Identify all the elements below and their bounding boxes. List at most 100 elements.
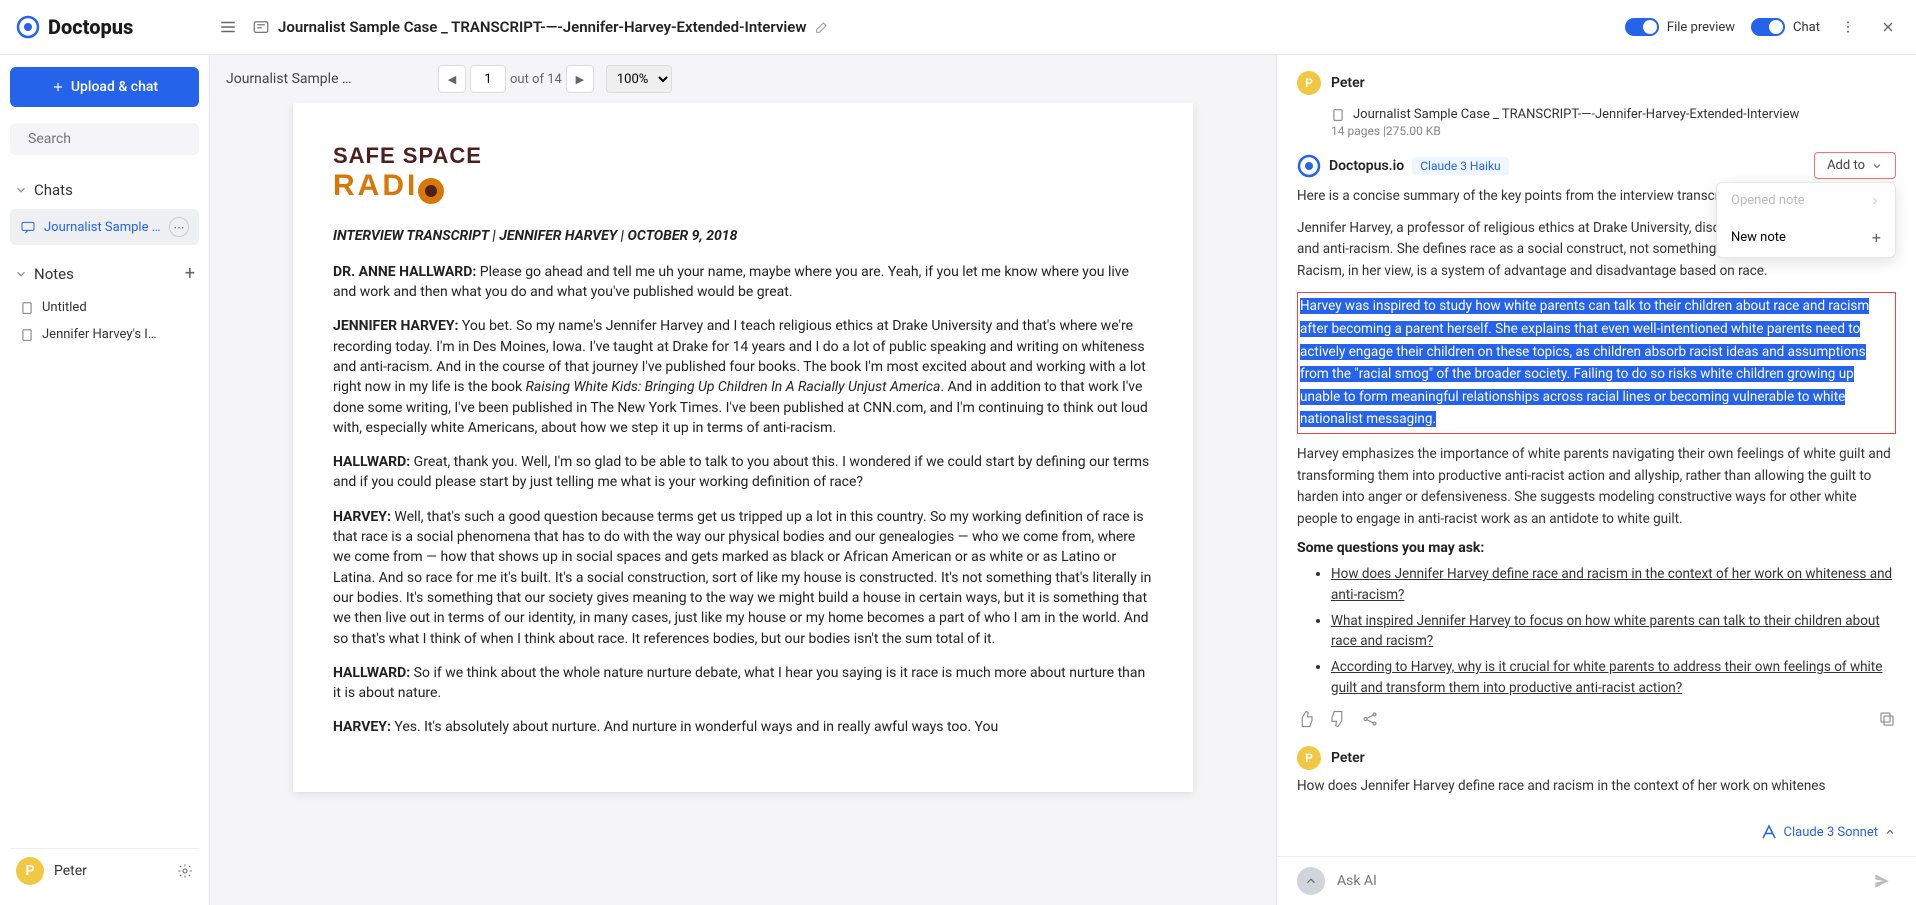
file-preview-toggle-wrap: File preview — [1625, 18, 1735, 36]
add-note-button[interactable]: + — [185, 263, 195, 284]
kebab-icon — [1840, 19, 1856, 35]
note-label: Jennifer Harvey's I… — [42, 327, 157, 342]
notes-label: Notes — [34, 265, 74, 283]
sidebar-toggle-button[interactable] — [216, 15, 240, 39]
chat-item-label: Journalist Sample … — [44, 220, 161, 235]
document-pane: Journalist Sample … ◀ out of 14 ▶ 100% S… — [210, 55, 1276, 905]
file-reference[interactable]: Journalist Sample Case _ TRANSCRIPT-—-Je… — [1297, 103, 1896, 124]
chat-panel: P Peter Journalist Sample Case _ TRANSCR… — [1276, 55, 1916, 905]
close-button[interactable] — [1876, 15, 1900, 39]
bot-avatar-icon — [1297, 154, 1321, 178]
chevron-up-icon — [1304, 874, 1318, 888]
close-icon — [1880, 19, 1896, 35]
highlighted-text: Harvey was inspired to study how white p… — [1300, 298, 1869, 427]
page-input[interactable] — [470, 65, 506, 93]
chat-input-row — [1277, 856, 1916, 905]
chat-doc-icon — [252, 18, 270, 36]
logo: Doctopus — [16, 15, 216, 39]
chevron-down-icon — [1871, 160, 1883, 172]
user-question: How does Jennifer Harvey define race and… — [1297, 778, 1896, 794]
suggested-question[interactable]: According to Harvey, why is it crucial f… — [1331, 657, 1896, 698]
send-button[interactable] — [1868, 867, 1896, 895]
ask-ai-input[interactable] — [1337, 873, 1856, 889]
file-metadata: 14 pages |275.00 KB — [1297, 124, 1896, 138]
add-to-menu: Opened note New note + — [1716, 182, 1896, 258]
search-input[interactable] — [28, 131, 206, 147]
breadcrumb: Journalist Sample … — [226, 71, 426, 87]
transcript-paragraph: DR. ANNE HALLWARD: Please go ahead and t… — [333, 262, 1153, 303]
file-preview-toggle[interactable] — [1625, 18, 1659, 36]
next-page-button[interactable]: ▶ — [566, 65, 594, 93]
chat-label: Chat — [1793, 20, 1820, 35]
thumbs-up-icon[interactable] — [1297, 710, 1315, 728]
file-icon — [1331, 108, 1345, 122]
document-title-bar: Journalist Sample Case _ TRANSCRIPT-—-Je… — [240, 18, 1625, 36]
upload-label: Upload & chat — [71, 79, 158, 95]
upload-chat-button[interactable]: Upload & chat — [10, 67, 199, 107]
bot-message-header: Doctopus.io Claude 3 Haiku Add to Opened… — [1297, 154, 1896, 178]
transcript-paragraph: HALLWARD: So if we think about the whole… — [333, 663, 1153, 704]
edit-title-icon[interactable] — [814, 19, 830, 35]
expand-input-button[interactable] — [1297, 867, 1325, 895]
chat-scroll[interactable]: P Peter Journalist Sample Case _ TRANSCR… — [1277, 55, 1916, 856]
copy-icon[interactable] — [1878, 710, 1896, 728]
thumbs-down-icon[interactable] — [1329, 710, 1347, 728]
model-badge: Claude 3 Haiku — [1412, 157, 1508, 175]
chevron-down-icon — [14, 183, 28, 197]
pager: ◀ out of 14 ▶ — [438, 65, 594, 93]
gear-icon[interactable] — [177, 863, 193, 879]
add-to-new-note[interactable]: New note + — [1717, 218, 1895, 257]
app-header: Doctopus Journalist Sample Case _ TRANSC… — [0, 0, 1916, 55]
transcript-paragraph: HARVEY: Yes. It's absolutely about nurtu… — [333, 717, 1153, 737]
document-icon — [20, 301, 34, 315]
more-options-button[interactable] — [1836, 15, 1860, 39]
add-to-button[interactable]: Add to — [1814, 152, 1896, 179]
add-to-opened-note: Opened note — [1717, 183, 1895, 218]
avatar: P — [1297, 746, 1321, 770]
document-viewport[interactable]: SAFE SPACE RADI INTERVIEW TRANSCRIPT | J… — [210, 103, 1276, 905]
user-message-header: P Peter — [1297, 71, 1896, 95]
notes-section-header[interactable]: Notes + — [10, 257, 199, 290]
suggested-question[interactable]: What inspired Jennifer Harvey to focus o… — [1331, 611, 1896, 652]
page-total: out of 14 — [510, 72, 562, 87]
chevron-right-icon — [1869, 195, 1881, 207]
user-name: Peter — [1331, 750, 1365, 766]
document-page: SAFE SPACE RADI INTERVIEW TRANSCRIPT | J… — [293, 103, 1193, 792]
chat-toggle-wrap: Chat — [1751, 18, 1820, 36]
user-profile-row[interactable]: P Peter — [10, 848, 199, 893]
transcript-paragraph: JENNIFER HARVEY: You bet. So my name's J… — [333, 316, 1153, 438]
send-icon — [1872, 871, 1892, 891]
plus-icon: + — [1872, 228, 1881, 247]
ai-icon — [1760, 823, 1778, 841]
prev-page-button[interactable]: ◀ — [438, 65, 466, 93]
safe-space-radio-logo: SAFE SPACE RADI — [333, 143, 1153, 204]
chat-item-more-button[interactable]: ⋯ — [169, 217, 189, 237]
transcript-paragraph: HARVEY: Well, that's such a good questio… — [333, 507, 1153, 649]
suggested-questions-list: How does Jennifer Harvey define race and… — [1297, 564, 1896, 698]
suggested-question[interactable]: How does Jennifer Harvey define race and… — [1331, 564, 1896, 605]
user-name: Peter — [54, 863, 167, 879]
sidebar-chat-item[interactable]: Journalist Sample … ⋯ — [10, 209, 199, 245]
search-box[interactable] — [10, 123, 199, 155]
chat-toggle[interactable] — [1751, 18, 1785, 36]
chevron-up-icon — [1884, 826, 1896, 838]
document-toolbar: Journalist Sample … ◀ out of 14 ▶ 100% — [210, 55, 1276, 103]
chevron-down-icon — [14, 267, 28, 281]
note-label: Untitled — [42, 300, 87, 315]
note-item[interactable]: Jennifer Harvey's I… — [10, 321, 199, 348]
note-item[interactable]: Untitled — [10, 294, 199, 321]
sidebar: Upload & chat Chats Journalist Sample … … — [0, 55, 210, 905]
message-actions — [1297, 710, 1896, 728]
user-name: Peter — [1331, 75, 1365, 91]
highlighted-selection[interactable]: Harvey was inspired to study how white p… — [1297, 292, 1896, 434]
chats-label: Chats — [34, 181, 73, 199]
share-icon[interactable] — [1361, 710, 1379, 728]
plus-icon — [51, 80, 65, 94]
avatar: P — [1297, 71, 1321, 95]
model-selector[interactable]: Claude 3 Sonnet — [1760, 823, 1896, 841]
file-preview-label: File preview — [1667, 20, 1735, 35]
app-logo-icon — [16, 15, 40, 39]
transcript-paragraph: HALLWARD: Great, thank you. Well, I'm so… — [333, 452, 1153, 493]
zoom-select[interactable]: 100% — [606, 65, 672, 93]
chats-section-header[interactable]: Chats — [10, 175, 199, 205]
